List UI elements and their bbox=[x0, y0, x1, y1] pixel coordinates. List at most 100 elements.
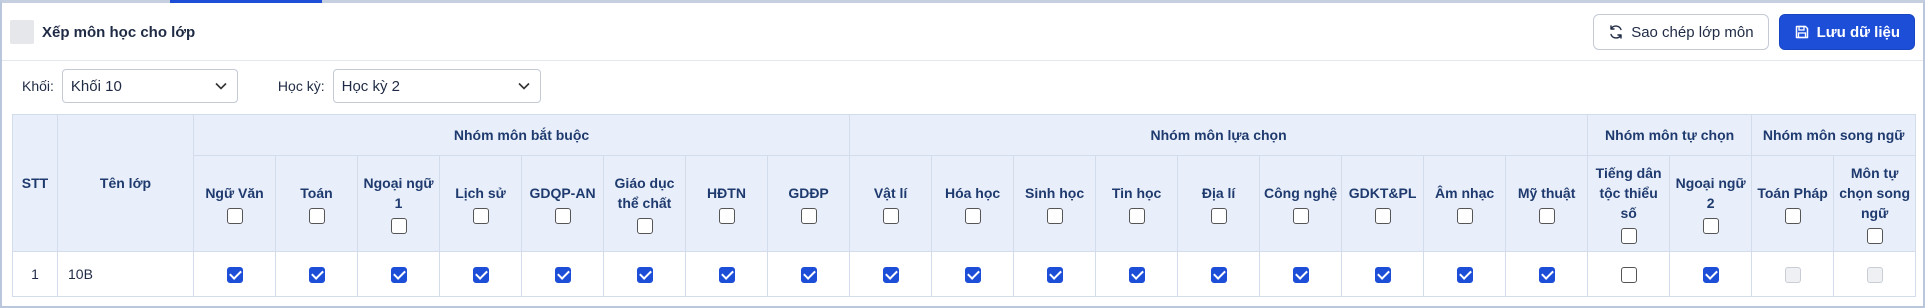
subject-header: Hóa học bbox=[931, 155, 1015, 252]
filter-bar: Khối: Khối 10 Học kỳ: Học kỳ 2 bbox=[22, 69, 541, 103]
select-all-checkbox[interactable] bbox=[472, 208, 489, 225]
subject-checkbox[interactable] bbox=[1210, 266, 1227, 283]
subject-checkbox[interactable] bbox=[1292, 266, 1309, 283]
subject-checkbox[interactable] bbox=[554, 266, 571, 283]
subject-checkbox[interactable] bbox=[636, 266, 653, 283]
subject-header-label: Môn tự chọn song ngữ bbox=[1839, 164, 1910, 221]
group-bilingual-header: Nhóm môn song ngữ bbox=[1751, 114, 1917, 156]
subject-checkbox-disabled bbox=[1866, 266, 1883, 283]
subject-checkbox[interactable] bbox=[226, 266, 243, 283]
subject-header-label: Giáo dục thể chất bbox=[614, 174, 675, 211]
subject-cell bbox=[1423, 251, 1507, 297]
copy-class-subjects-button[interactable]: Sao chép lớp môn bbox=[1593, 14, 1769, 50]
select-all-checkbox[interactable] bbox=[1784, 208, 1801, 225]
subject-checkbox[interactable] bbox=[718, 266, 735, 283]
header-actions: Sao chép lớp môn Lưu dữ liệu bbox=[1593, 14, 1915, 50]
select-all-checkbox[interactable] bbox=[1046, 208, 1063, 225]
subject-header: Lịch sử bbox=[439, 155, 522, 252]
stt-header: STT bbox=[12, 114, 58, 252]
class-name-header: Tên lớp bbox=[57, 114, 194, 252]
subject-checkbox[interactable] bbox=[882, 266, 899, 283]
subject-cell bbox=[1013, 251, 1097, 297]
subject-checkbox[interactable] bbox=[800, 266, 817, 283]
subject-header: Ngoại ngữ 2 bbox=[1669, 155, 1753, 252]
select-all-checkbox[interactable] bbox=[226, 208, 243, 225]
subject-cell bbox=[1095, 251, 1179, 297]
subject-checkbox[interactable] bbox=[1374, 266, 1391, 283]
select-all-checkbox[interactable] bbox=[390, 218, 407, 235]
refresh-icon bbox=[1610, 25, 1622, 39]
select-all-checkbox[interactable] bbox=[636, 218, 653, 235]
select-all-checkbox[interactable] bbox=[1292, 208, 1309, 225]
subject-header: Công nghệ bbox=[1259, 155, 1343, 252]
select-all-checkbox[interactable] bbox=[718, 208, 735, 225]
subject-cell bbox=[931, 251, 1015, 297]
subject-header-label: Tiếng dân tộc thiểu số bbox=[1595, 164, 1662, 221]
select-all-checkbox[interactable] bbox=[1374, 208, 1391, 225]
subject-cell bbox=[766, 251, 851, 297]
subject-header: GDKT&PL bbox=[1341, 155, 1425, 252]
subject-header: Tiếng dân tộc thiểu số bbox=[1587, 155, 1671, 252]
select-all-checkbox[interactable] bbox=[1210, 208, 1227, 225]
subject-header: Môn tự chọn song ngữ bbox=[1833, 155, 1917, 252]
row-class-name: 10B bbox=[57, 251, 194, 297]
subject-checkbox[interactable] bbox=[472, 266, 489, 283]
select-all-checkbox[interactable] bbox=[308, 208, 325, 225]
save-button-label: Lưu dữ liệu bbox=[1816, 23, 1900, 41]
select-all-checkbox[interactable] bbox=[800, 208, 817, 225]
subject-header-label: Âm nhạc bbox=[1435, 184, 1495, 201]
subject-checkbox[interactable] bbox=[1702, 266, 1719, 283]
subject-checkbox[interactable] bbox=[1456, 266, 1473, 283]
subject-checkbox[interactable] bbox=[1128, 266, 1145, 283]
subject-header-label: Ngoại ngữ 1 bbox=[363, 174, 434, 211]
subject-header: GDQP-AN bbox=[521, 155, 604, 252]
select-all-checkbox[interactable] bbox=[1620, 228, 1637, 245]
select-all-checkbox[interactable] bbox=[1456, 208, 1473, 225]
subject-header-label: Hóa học bbox=[944, 184, 1001, 201]
subject-checkbox[interactable] bbox=[1620, 266, 1637, 283]
subject-cell bbox=[439, 251, 522, 297]
group-required-header: Nhóm môn bắt buộc bbox=[192, 114, 851, 156]
subject-cell bbox=[1751, 251, 1835, 297]
copy-button-label: Sao chép lớp môn bbox=[1631, 23, 1754, 41]
subject-header-label: Ngữ Văn bbox=[205, 184, 264, 201]
row-stt: 1 bbox=[12, 251, 58, 297]
subject-header: Tin học bbox=[1095, 155, 1179, 252]
table-body: 1 10B bbox=[12, 251, 1917, 297]
grade-select[interactable]: Khối 10 bbox=[61, 69, 238, 103]
subject-header-label: Toán Pháp bbox=[1757, 184, 1828, 201]
subject-header-label: HĐTN bbox=[707, 184, 746, 201]
select-all-checkbox[interactable] bbox=[1866, 228, 1883, 245]
header-divider bbox=[2, 60, 1923, 61]
subject-header-label: Ngoại ngữ 2 bbox=[1675, 174, 1746, 211]
select-all-checkbox[interactable] bbox=[964, 208, 981, 225]
subject-cell bbox=[1177, 251, 1261, 297]
subject-header-label: GDĐP bbox=[788, 184, 829, 201]
subject-cell bbox=[1259, 251, 1343, 297]
subject-checkbox[interactable] bbox=[964, 266, 981, 283]
subject-checkbox[interactable] bbox=[308, 266, 325, 283]
subject-header-label: GDQP-AN bbox=[529, 184, 596, 201]
subject-cell bbox=[1587, 251, 1671, 297]
subject-header: HĐTN bbox=[685, 155, 768, 252]
term-select[interactable]: Học kỳ 2 bbox=[332, 69, 541, 103]
subject-assignment-table: STT Tên lớp Nhóm môn bắt buộc Nhóm môn l… bbox=[12, 114, 1917, 297]
select-all-checkbox[interactable] bbox=[1702, 218, 1719, 235]
select-all-checkbox[interactable] bbox=[554, 208, 571, 225]
subject-checkbox[interactable] bbox=[1046, 266, 1063, 283]
select-all-checkbox[interactable] bbox=[1128, 208, 1145, 225]
subject-header-label: Địa lí bbox=[1201, 184, 1236, 201]
save-button[interactable]: Lưu dữ liệu bbox=[1778, 14, 1915, 50]
select-all-checkbox[interactable] bbox=[882, 208, 899, 225]
subject-header: Sinh học bbox=[1013, 155, 1097, 252]
subject-header-label: Sinh học bbox=[1025, 184, 1085, 201]
subject-header-row: Ngữ Văn Toán Ngoại ngữ 1 Lịch sử GDQP-AN Giáo… bbox=[13, 155, 1917, 252]
subject-header: Ngoại ngữ 1 bbox=[357, 155, 440, 252]
select-all-checkbox[interactable] bbox=[1538, 208, 1555, 225]
subject-header-label: Vật lí bbox=[873, 184, 908, 201]
subject-checkbox[interactable] bbox=[1538, 266, 1555, 283]
subject-header: Âm nhạc bbox=[1423, 155, 1507, 252]
subject-cell bbox=[521, 251, 604, 297]
subject-cell bbox=[357, 251, 440, 297]
subject-checkbox[interactable] bbox=[390, 266, 407, 283]
